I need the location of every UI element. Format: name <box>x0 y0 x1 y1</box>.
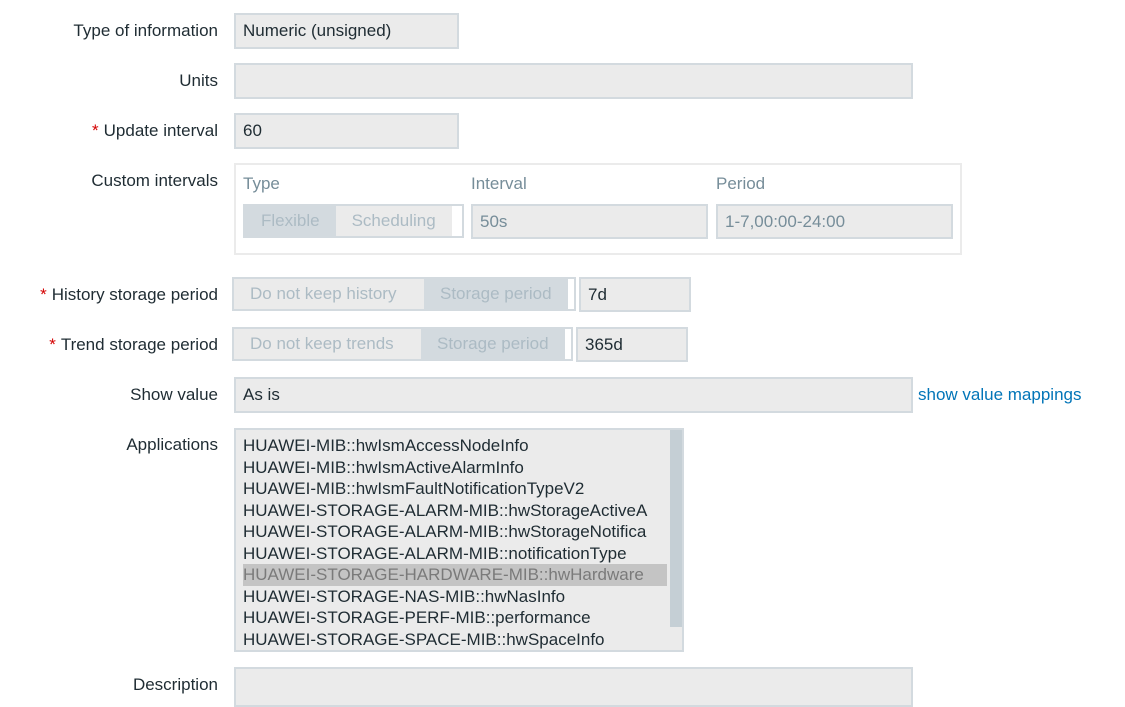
list-item[interactable]: HUAWEI-STORAGE-SPACE-MIB::hwSpaceInfo <box>243 629 667 651</box>
list-item[interactable]: HUAWEI-STORAGE-ALARM-MIB::notificationTy… <box>243 543 667 565</box>
required-mark: * <box>40 285 47 304</box>
scrollbar-track <box>670 430 682 650</box>
units-label: Units <box>179 71 218 90</box>
description-label: Description <box>132 675 218 694</box>
label-text: Update interval <box>103 121 218 140</box>
trend-storage-period-option[interactable]: Storage period <box>421 329 565 359</box>
col-interval: Interval <box>471 174 527 193</box>
custom-intervals-label: Custom intervals <box>91 171 218 190</box>
list-item[interactable]: HUAWEI-STORAGE-ALARM-MIB::hwStorageActiv… <box>243 500 667 522</box>
update-interval-input[interactable]: 60 <box>234 113 459 149</box>
description-textarea[interactable] <box>234 667 913 707</box>
required-mark: * <box>92 121 99 140</box>
list-item[interactable]: HUAWEI-STORAGE-PERF-MIB::performance <box>243 607 667 629</box>
show-value-label: Show value <box>130 385 218 404</box>
list-item[interactable]: HUAWEI-STORAGE-ALARM-MIB::hwStorageNotif… <box>243 521 667 543</box>
history-storage-period-option[interactable]: Storage period <box>424 279 568 309</box>
trend-label: * Trend storage period <box>49 335 218 355</box>
required-mark: * <box>49 335 56 354</box>
history-label: * History storage period <box>40 285 218 305</box>
list-item[interactable]: HUAWEI-MIB::hwIsmFaultNotificationTypeV2 <box>243 478 667 500</box>
interval-type-toggle: Flexible Scheduling <box>243 204 464 238</box>
list-item[interactable]: HUAWEI-STORAGE-NAS-MIB::hwNasInfo <box>243 586 667 608</box>
label-text: Trend storage period <box>60 335 218 354</box>
list-item[interactable]: HUAWEI-MIB::hwIsmAccessNodeInfo <box>243 435 667 457</box>
do-not-keep-history-option[interactable]: Do not keep history <box>234 279 424 309</box>
custom-interval-input[interactable]: 50s <box>471 204 708 239</box>
history-period-input[interactable]: 7d <box>579 277 691 312</box>
col-type: Type <box>243 174 280 193</box>
show-value-select[interactable]: As is <box>234 377 913 413</box>
trend-period-input[interactable]: 365d <box>576 327 688 362</box>
label-text: History storage period <box>51 285 218 304</box>
show-value-mappings-link[interactable]: show value mappings <box>918 385 1081 405</box>
do-not-keep-trends-option[interactable]: Do not keep trends <box>234 329 421 359</box>
custom-period-input[interactable]: 1-7,00:00-24:00 <box>716 204 953 239</box>
applications-listbox[interactable]: HUAWEI-MIB::hwIsmAccessNodeInfo HUAWEI-M… <box>234 428 684 652</box>
update-interval-label: * Update interval <box>92 121 218 141</box>
flexible-option[interactable]: Flexible <box>245 206 336 236</box>
trend-mode-toggle: Do not keep trends Storage period <box>232 327 573 361</box>
units-input[interactable] <box>234 63 913 99</box>
list-item-selected[interactable]: HUAWEI-STORAGE-HARDWARE-MIB::hwHardware <box>243 564 667 586</box>
type-of-information-select[interactable]: Numeric (unsigned) <box>234 13 459 49</box>
scrollbar[interactable] <box>670 430 682 627</box>
type-label: Type of information <box>73 21 218 40</box>
list-item[interactable]: HUAWEI-MIB::hwIsmActiveAlarmInfo <box>243 457 667 479</box>
col-period: Period <box>716 174 766 193</box>
scheduling-option[interactable]: Scheduling <box>335 206 452 236</box>
history-mode-toggle: Do not keep history Storage period <box>232 277 576 311</box>
applications-label: Applications <box>126 435 218 454</box>
applications-items: HUAWEI-MIB::hwIsmAccessNodeInfo HUAWEI-M… <box>236 430 669 650</box>
